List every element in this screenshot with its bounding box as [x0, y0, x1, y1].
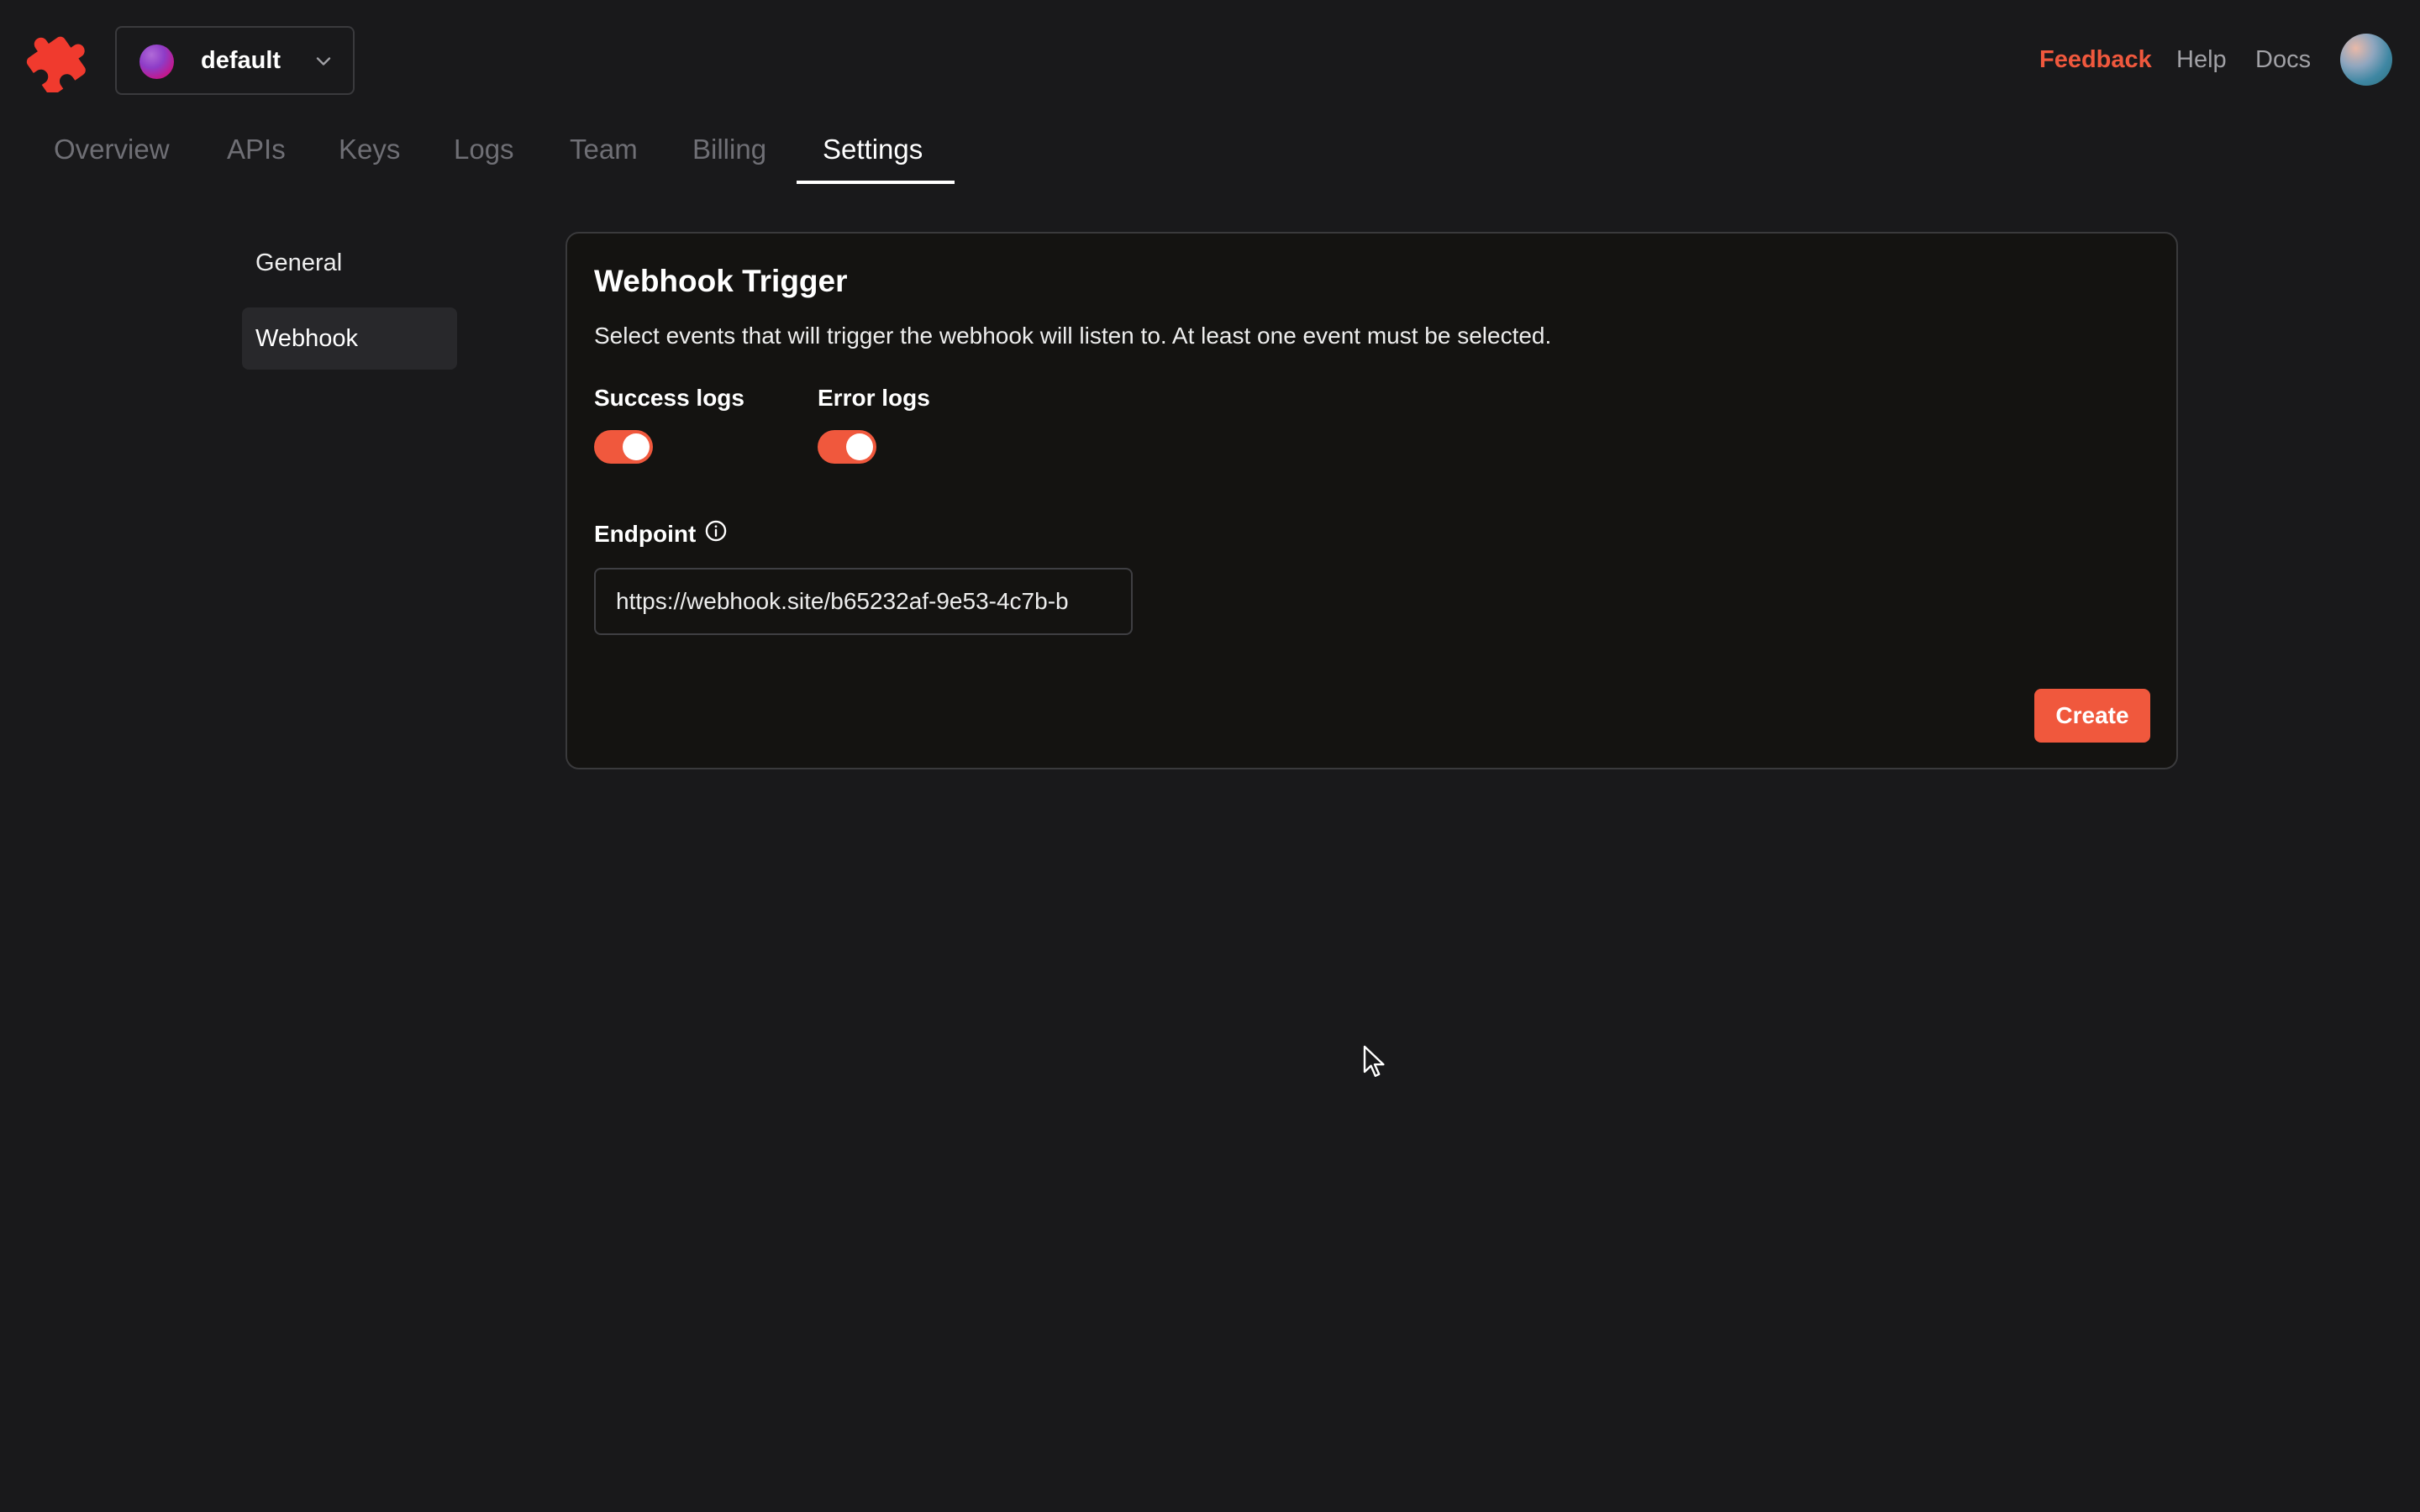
settings-nav-general[interactable]: General: [242, 232, 457, 294]
help-link[interactable]: Help: [2176, 43, 2227, 76]
toggle-knob: [623, 433, 650, 460]
feedback-link[interactable]: Feedback: [2039, 43, 2152, 76]
tab-team[interactable]: Team: [570, 131, 638, 168]
user-avatar[interactable]: [2340, 34, 2392, 86]
create-button[interactable]: Create: [2034, 689, 2150, 743]
app-root: default Feedback Help Docs Overview APIs…: [0, 0, 2420, 1512]
puzzle-logo-icon[interactable]: [25, 29, 89, 92]
team-name: default: [201, 47, 281, 74]
chevron-down-icon: [316, 57, 331, 66]
tab-billing[interactable]: Billing: [692, 131, 766, 168]
webhook-trigger-card: Webhook Trigger Select events that will …: [566, 232, 2178, 769]
team-avatar: [139, 45, 174, 79]
card-title: Webhook Trigger: [594, 264, 848, 298]
endpoint-input[interactable]: [594, 568, 1133, 635]
mouse-pointer-icon: [1363, 1045, 1385, 1077]
info-icon[interactable]: [704, 519, 728, 543]
tab-settings[interactable]: Settings: [823, 131, 923, 168]
tab-overview[interactable]: Overview: [54, 131, 170, 168]
endpoint-label-row: Endpoint: [594, 519, 728, 548]
tab-keys[interactable]: Keys: [339, 131, 400, 168]
endpoint-label: Endpoint: [594, 521, 697, 547]
error-logs-toggle[interactable]: [818, 430, 876, 464]
error-logs-label: Error logs: [818, 385, 930, 411]
card-description: Select events that will trigger the webh…: [594, 323, 1552, 349]
toggle-knob: [846, 433, 873, 460]
tab-apis[interactable]: APIs: [227, 131, 286, 168]
success-logs-label: Success logs: [594, 385, 744, 411]
settings-nav-webhook[interactable]: Webhook: [242, 307, 457, 370]
docs-link[interactable]: Docs: [2255, 43, 2311, 76]
success-logs-toggle[interactable]: [594, 430, 653, 464]
team-switcher[interactable]: default: [115, 26, 355, 95]
active-tab-indicator: [797, 181, 955, 184]
tab-logs[interactable]: Logs: [454, 131, 514, 168]
